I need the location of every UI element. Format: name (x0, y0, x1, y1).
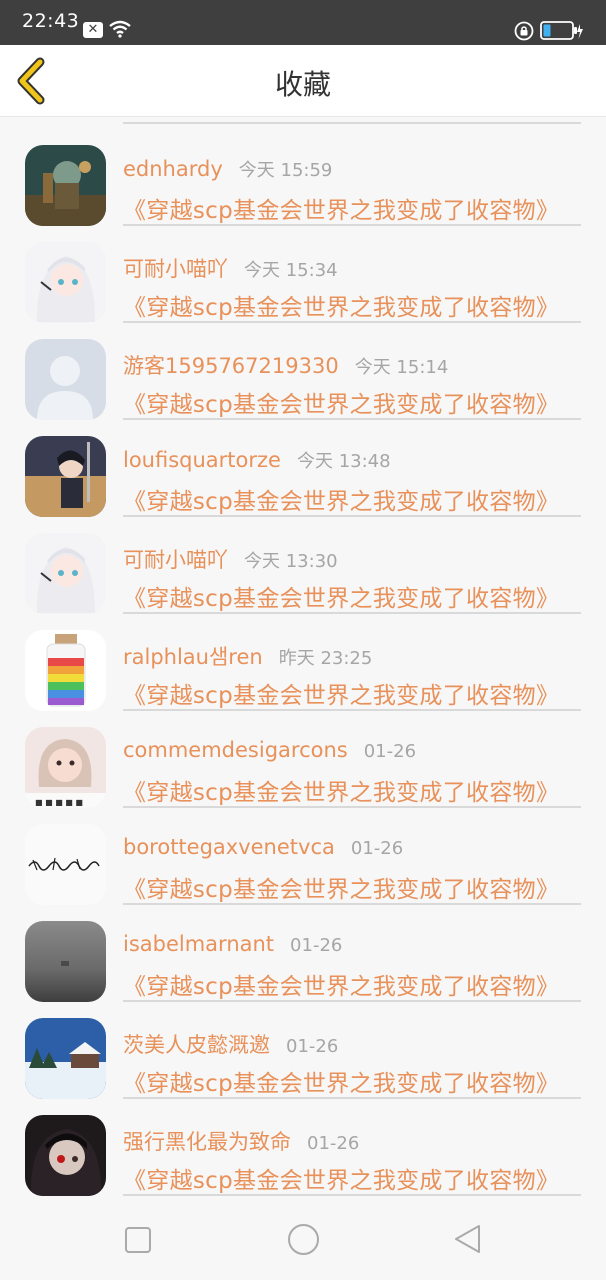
item-time: 昨天 23:25 (278, 648, 373, 669)
user-name[interactable]: 游客1595767219330 今天 15:14 (123, 350, 448, 380)
user-name-text: 可耐小喵吖 (123, 548, 228, 572)
list-item[interactable]: ■ ■ ■ ■ ■ commemdesigarcons 01-26 《穿越scp基金会… (0, 706, 606, 808)
book-title[interactable]: 《穿越scp基金会世界之我变成了收容物》 (123, 676, 559, 710)
user-name[interactable]: ralphlau샘ren 昨天 23:25 (123, 641, 372, 671)
user-name-text: commemdesigarcons (123, 738, 348, 762)
square-icon[interactable] (124, 1226, 152, 1258)
book-title[interactable]: 《穿越scp基金会世界之我变成了收容物》 (123, 191, 559, 225)
item-time: 今天 13:48 (296, 451, 391, 472)
user-name-text: 游客1595767219330 (123, 354, 339, 378)
status-bar: 22:43 ✕ (0, 0, 606, 45)
user-name[interactable]: ednhardy 今天 15:59 (123, 156, 332, 182)
user-name[interactable]: commemdesigarcons 01-26 (123, 738, 416, 762)
item-time: 今天 15:59 (238, 160, 333, 181)
list-item[interactable]: loufisquartorze 今天 13:48 《穿越scp基金会世界之我变成了收… (0, 415, 606, 517)
list-item[interactable]: 可耐小喵吖 今天 15:34 《穿越scp基金会世界之我变成了收容物》 (0, 221, 606, 323)
avatar[interactable] (25, 1018, 106, 1099)
user-name[interactable]: 强行黑化最为致命 01-26 (123, 1126, 359, 1156)
user-name[interactable]: 可耐小喵吖 今天 15:34 (123, 253, 338, 283)
status-time: 22:43 (22, 10, 80, 32)
user-name[interactable]: isabelmarnant 01-26 (123, 932, 342, 956)
list-item[interactable]: 可耐小喵吖 今天 13:30 《穿越scp基金会世界之我变成了收容物》 (0, 512, 606, 614)
book-title[interactable]: 《穿越scp基金会世界之我变成了收容物》 (123, 385, 559, 419)
header: 收藏 (0, 45, 606, 117)
list-item[interactable]: 游客1595767219330 今天 15:14 《穿越scp基金会世界之我变成了收… (0, 318, 606, 420)
user-name-text: loufisquartorze (123, 448, 281, 472)
wifi-icon (108, 20, 132, 42)
user-name-text: 可耐小喵吖 (123, 257, 228, 281)
avatar[interactable] (25, 921, 106, 1002)
avatar[interactable] (25, 242, 106, 323)
book-title[interactable]: 《穿越scp基金会世界之我变成了收容物》 (123, 482, 559, 516)
item-divider (123, 1194, 581, 1196)
user-name[interactable]: loufisquartorze 今天 13:48 (123, 447, 391, 473)
close-notification-icon: ✕ (83, 22, 103, 38)
item-time: 今天 15:34 (244, 260, 338, 281)
item-time: 01-26 (286, 1036, 339, 1057)
user-name-text: isabelmarnant (123, 932, 275, 956)
user-name[interactable]: borottegaxvenetvca 01-26 (123, 835, 403, 859)
system-nav-bar (0, 1198, 606, 1280)
item-time: 今天 13:30 (244, 551, 338, 572)
item-time: 01-26 (307, 1133, 360, 1154)
avatar[interactable] (25, 339, 106, 420)
battery-icon (540, 20, 584, 46)
user-name-text: 茨美人皮懿溉邀 (123, 1033, 270, 1057)
list-item[interactable]: borottegaxvenetvca 01-26 《穿越scp基金会世界之我变成了收… (0, 803, 606, 905)
user-name-text: ralphlau샘ren (123, 645, 263, 669)
item-time: 01-26 (290, 935, 343, 956)
list-item[interactable]: ednhardy 今天 15:59 《穿越scp基金会世界之我变成了收容物》 (0, 124, 606, 226)
triangle-back-icon[interactable] (453, 1224, 483, 1258)
circle-icon[interactable] (287, 1223, 320, 1260)
user-name[interactable]: 茨美人皮懿溉邀 01-26 (123, 1029, 338, 1059)
user-name-text: ednhardy (123, 157, 223, 181)
list-item[interactable]: 茨美人皮懿溉邀 01-26 《穿越scp基金会世界之我变成了收容物》 (0, 997, 606, 1099)
book-title[interactable]: 《穿越scp基金会世界之我变成了收容物》 (123, 288, 559, 322)
book-title[interactable]: 《穿越scp基金会世界之我变成了收容物》 (123, 773, 559, 807)
avatar[interactable] (25, 824, 106, 905)
avatar[interactable] (25, 1115, 106, 1196)
avatar[interactable] (25, 533, 106, 614)
user-name-text: borottegaxvenetvca (123, 835, 335, 859)
user-name-text: 强行黑化最为致命 (123, 1130, 291, 1154)
user-name[interactable]: 可耐小喵吖 今天 13:30 (123, 544, 338, 574)
list-item[interactable]: 强行黑化最为致命 01-26 《穿越scp基金会世界之我变成了收容物》 (0, 1094, 606, 1196)
list-item[interactable]: isabelmarnant 01-26 《穿越scp基金会世界之我变成了收容物》 (0, 900, 606, 1002)
item-time: 今天 15:14 (354, 357, 449, 378)
avatar[interactable] (25, 436, 106, 517)
avatar[interactable] (25, 145, 106, 226)
favorites-list: ednhardy 今天 15:59 《穿越scp基金会世界之我变成了收容物》 可耐小喵… (0, 118, 606, 1198)
book-title[interactable]: 《穿越scp基金会世界之我变成了收容物》 (123, 870, 559, 904)
book-title[interactable]: 《穿越scp基金会世界之我变成了收容物》 (123, 1064, 559, 1098)
avatar[interactable]: ■ ■ ■ ■ ■ (25, 727, 106, 808)
book-title[interactable]: 《穿越scp基金会世界之我变成了收容物》 (123, 579, 559, 613)
avatar[interactable] (25, 630, 106, 711)
page-title: 收藏 (274, 68, 331, 101)
list-item[interactable]: ralphlau샘ren 昨天 23:25 《穿越scp基金会世界之我变成了收容物》 (0, 609, 606, 711)
lock-rotation-icon (514, 21, 534, 45)
item-time: 01-26 (363, 741, 417, 762)
item-time: 01-26 (350, 838, 404, 859)
book-title[interactable]: 《穿越scp基金会世界之我变成了收容物》 (123, 1161, 559, 1195)
book-title[interactable]: 《穿越scp基金会世界之我变成了收容物》 (123, 967, 559, 1001)
